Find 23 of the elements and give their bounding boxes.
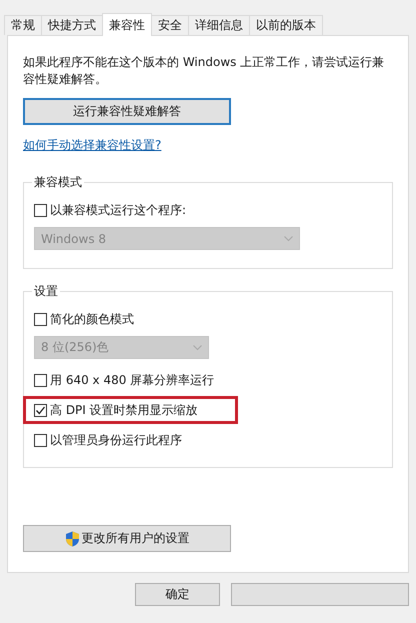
all-users-button[interactable]: 更改所有用户的设置: [23, 525, 231, 552]
chevron-down-icon: [193, 344, 202, 350]
tab[interactable]: 兼容性: [102, 13, 152, 36]
ok-button[interactable]: 确定: [135, 583, 220, 606]
checkbox-label: 高 DPI 设置时禁用显示缩放: [50, 402, 198, 418]
checkbox[interactable]: [34, 374, 47, 386]
intro-text: 如果此程序不能在这个版本的 Windows 上正常工作，请尝试运行兼容性疑难解答。: [23, 54, 386, 88]
checkbox-label: 用 640 x 480 屏幕分辨率运行: [50, 372, 214, 388]
checkbox-label: 以兼容模式运行这个程序:: [50, 202, 186, 218]
group-title: 兼容模式: [33, 174, 83, 191]
tab[interactable]: 常规: [4, 15, 42, 35]
chevron-down-icon: [284, 236, 293, 242]
checkbox[interactable]: [34, 404, 47, 416]
shield-icon: [64, 530, 80, 546]
troubleshoot-button[interactable]: 运行兼容性疑难解答: [23, 98, 231, 125]
checkbox-label: 以管理员身份运行此程序: [50, 432, 182, 448]
help-link[interactable]: 如何手动选择兼容性设置?: [23, 137, 162, 154]
group-title: 设置: [33, 283, 59, 300]
checkbox-label: 简化的颜色模式: [50, 310, 134, 328]
checkbox[interactable]: [34, 204, 47, 216]
checkbox[interactable]: [34, 312, 47, 326]
tab[interactable]: 以前的版本: [249, 15, 323, 35]
checkbox[interactable]: [34, 434, 47, 446]
